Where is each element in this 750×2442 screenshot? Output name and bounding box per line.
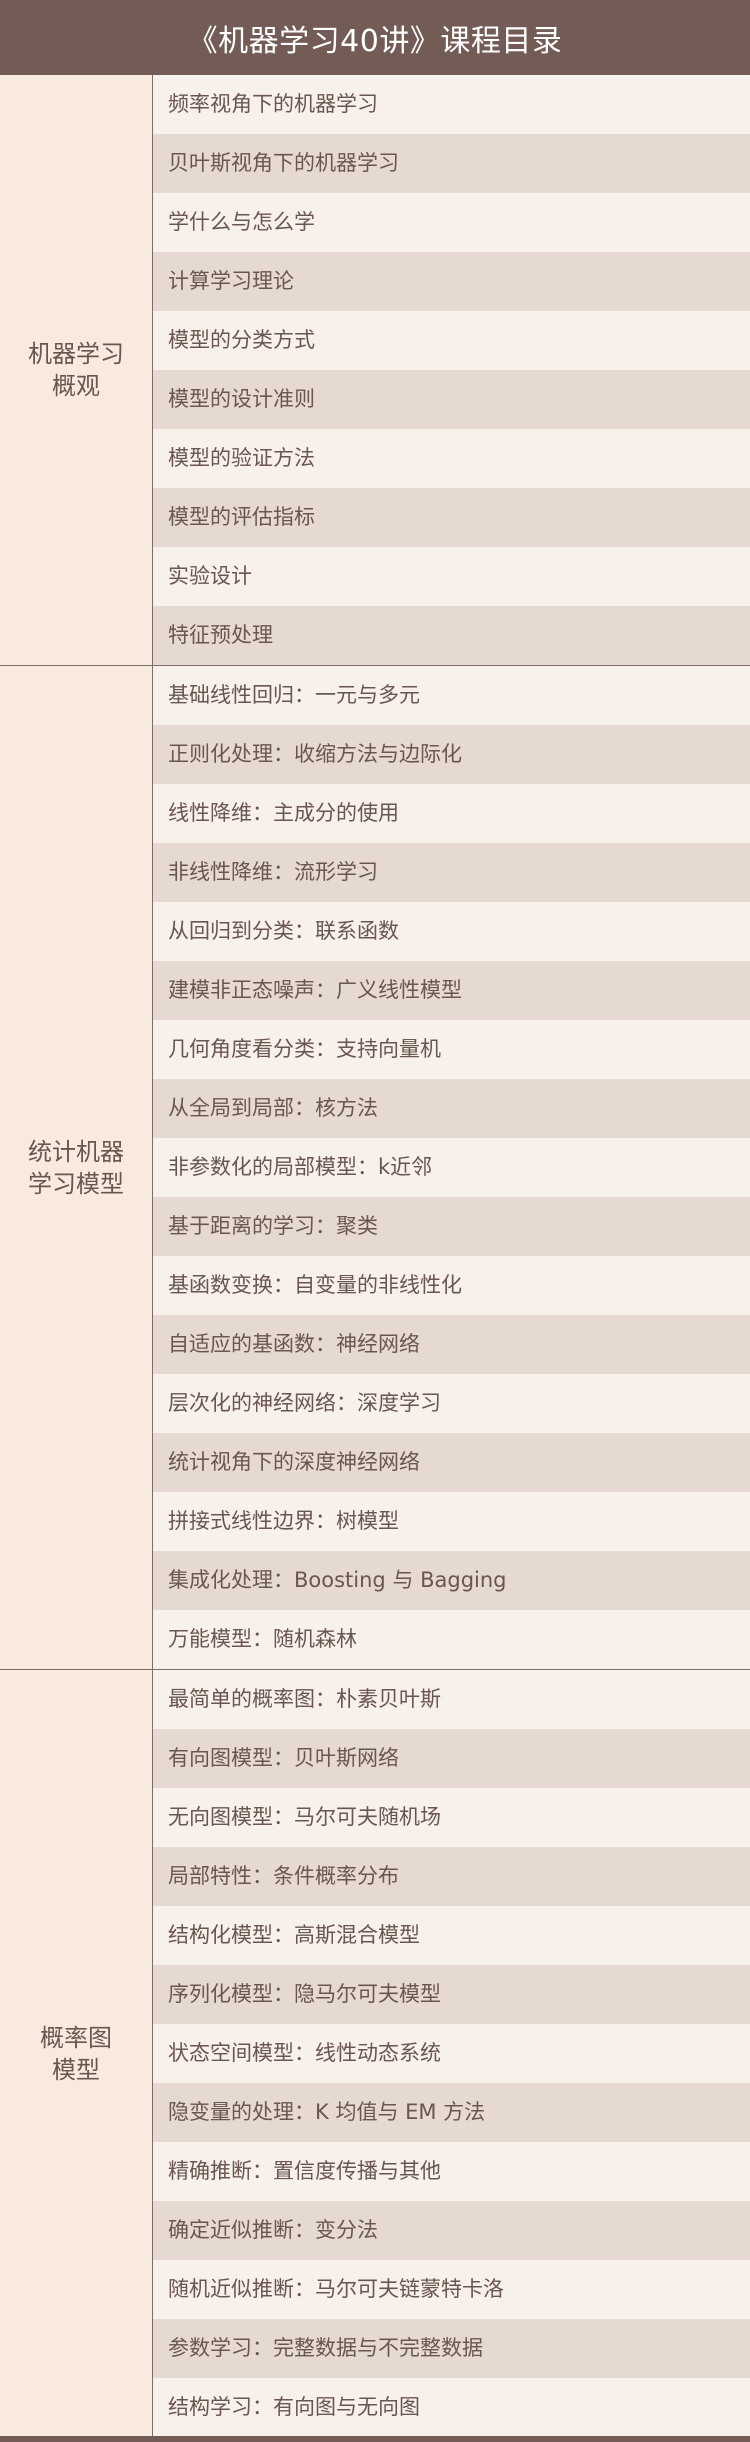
section-overview: 机器学习 概观 频率视角下的机器学习 贝叶斯视角下的机器学习 学什么与怎么学 计…	[0, 75, 750, 666]
lesson-item[interactable]: 统计视角下的深度神经网络	[153, 1433, 750, 1492]
lesson-item[interactable]: 正则化处理：收缩方法与边际化	[153, 725, 750, 784]
lesson-item[interactable]: 结构学习：有向图与无向图	[153, 2378, 750, 2437]
lesson-item[interactable]: 结构化模型：高斯混合模型	[153, 1906, 750, 1965]
section-label: 机器学习 概观	[0, 75, 153, 665]
lesson-item[interactable]: 线性降维：主成分的使用	[153, 784, 750, 843]
lesson-item[interactable]: 万能模型：随机森林	[153, 1610, 750, 1669]
lesson-item[interactable]: 频率视角下的机器学习	[153, 75, 750, 134]
section-statistical-models: 统计机器 学习模型 基础线性回归：一元与多元 正则化处理：收缩方法与边际化 线性…	[0, 666, 750, 1670]
lesson-item[interactable]: 层次化的神经网络：深度学习	[153, 1374, 750, 1433]
lesson-item[interactable]: 实验设计	[153, 547, 750, 606]
lesson-item[interactable]: 模型的评估指标	[153, 488, 750, 547]
lesson-item[interactable]: 集成化处理：Boosting 与 Bagging	[153, 1551, 750, 1610]
footer-bar	[0, 2436, 750, 2442]
lesson-item[interactable]: 建模非正态噪声：广义线性模型	[153, 961, 750, 1020]
lesson-item[interactable]: 序列化模型：隐马尔可夫模型	[153, 1965, 750, 2024]
lesson-item[interactable]: 基于距离的学习：聚类	[153, 1197, 750, 1256]
lesson-item[interactable]: 最简单的概率图：朴素贝叶斯	[153, 1670, 750, 1729]
lesson-item[interactable]: 学什么与怎么学	[153, 193, 750, 252]
lesson-item[interactable]: 基础线性回归：一元与多元	[153, 666, 750, 725]
lesson-item[interactable]: 隐变量的处理：K 均值与 EM 方法	[153, 2083, 750, 2142]
lesson-item[interactable]: 拼接式线性边界：树模型	[153, 1492, 750, 1551]
lesson-item[interactable]: 局部特性：条件概率分布	[153, 1847, 750, 1906]
lesson-item[interactable]: 无向图模型：马尔可夫随机场	[153, 1788, 750, 1847]
lesson-item[interactable]: 贝叶斯视角下的机器学习	[153, 134, 750, 193]
course-catalog: 《机器学习40讲》课程目录 机器学习 概观 频率视角下的机器学习 贝叶斯视角下的…	[0, 0, 750, 2442]
lesson-item[interactable]: 自适应的基函数：神经网络	[153, 1315, 750, 1374]
lesson-item[interactable]: 从全局到局部：核方法	[153, 1079, 750, 1138]
lesson-item[interactable]: 几何角度看分类：支持向量机	[153, 1020, 750, 1079]
lesson-item[interactable]: 从回归到分类：联系函数	[153, 902, 750, 961]
lesson-item[interactable]: 精确推断：置信度传播与其他	[153, 2142, 750, 2201]
page-title: 《机器学习40讲》课程目录	[0, 0, 750, 75]
lesson-item[interactable]: 有向图模型：贝叶斯网络	[153, 1729, 750, 1788]
lesson-item[interactable]: 参数学习：完整数据与不完整数据	[153, 2319, 750, 2378]
section-probabilistic-graphical-models: 概率图 模型 最简单的概率图：朴素贝叶斯 有向图模型：贝叶斯网络 无向图模型：马…	[0, 1670, 750, 2438]
lesson-list: 最简单的概率图：朴素贝叶斯 有向图模型：贝叶斯网络 无向图模型：马尔可夫随机场 …	[153, 1670, 750, 2437]
lesson-item[interactable]: 模型的验证方法	[153, 429, 750, 488]
section-label: 概率图 模型	[0, 1670, 153, 2437]
lesson-list: 频率视角下的机器学习 贝叶斯视角下的机器学习 学什么与怎么学 计算学习理论 模型…	[153, 75, 750, 665]
lesson-item[interactable]: 模型的设计准则	[153, 370, 750, 429]
lesson-item[interactable]: 非线性降维：流形学习	[153, 843, 750, 902]
lesson-item[interactable]: 随机近似推断：马尔可夫链蒙特卡洛	[153, 2260, 750, 2319]
lesson-item[interactable]: 基函数变换：自变量的非线性化	[153, 1256, 750, 1315]
lesson-item[interactable]: 状态空间模型：线性动态系统	[153, 2024, 750, 2083]
lesson-item[interactable]: 非参数化的局部模型：k近邻	[153, 1138, 750, 1197]
lesson-item[interactable]: 特征预处理	[153, 606, 750, 665]
lesson-item[interactable]: 计算学习理论	[153, 252, 750, 311]
section-label: 统计机器 学习模型	[0, 666, 153, 1669]
lesson-item[interactable]: 确定近似推断：变分法	[153, 2201, 750, 2260]
lesson-item[interactable]: 模型的分类方式	[153, 311, 750, 370]
lesson-list: 基础线性回归：一元与多元 正则化处理：收缩方法与边际化 线性降维：主成分的使用 …	[153, 666, 750, 1669]
